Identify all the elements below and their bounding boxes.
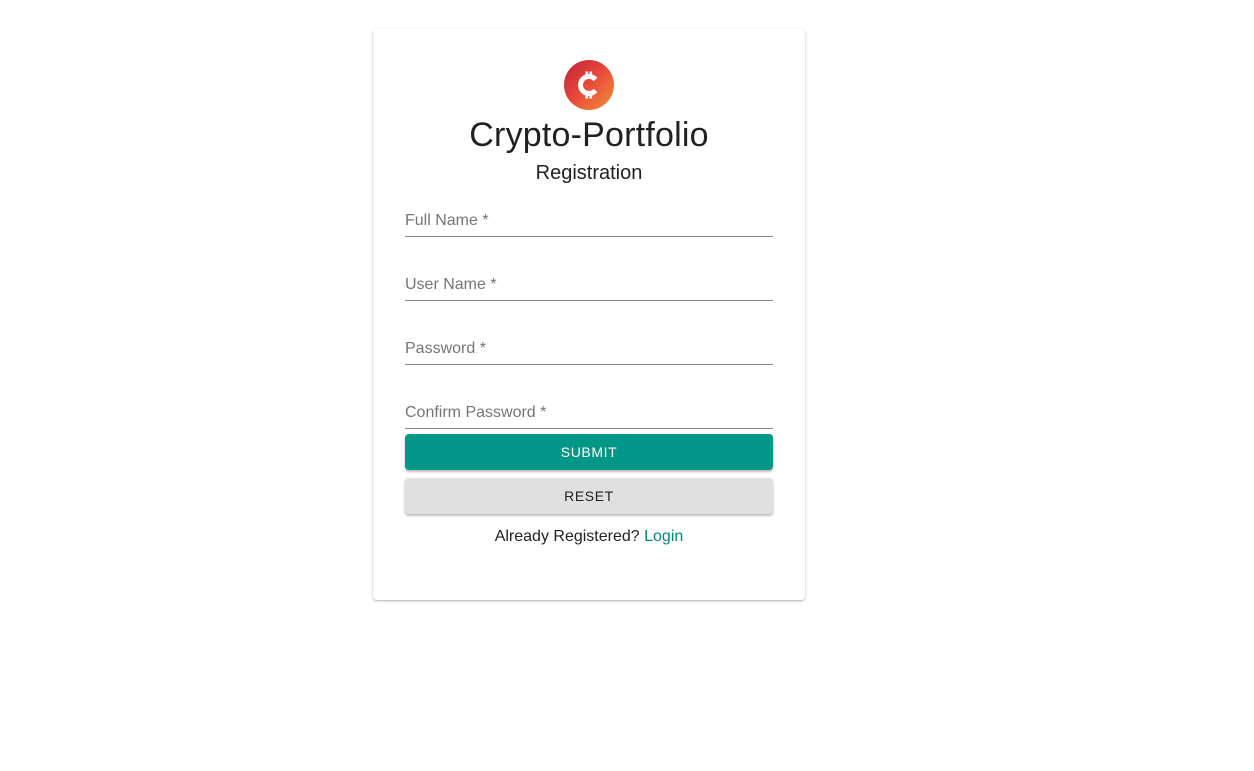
registration-form: Full Name * User Name * Password * Confi…: [405, 198, 773, 454]
already-registered-text: Already Registered?: [494, 528, 640, 545]
registration-card: Crypto-Portfolio Registration Full Name …: [373, 29, 805, 600]
password-field[interactable]: Password *: [405, 326, 773, 390]
login-link[interactable]: Login: [644, 528, 683, 545]
password-input[interactable]: [405, 336, 773, 364]
user-name-underline: [405, 300, 773, 301]
app-title: Crypto-Portfolio: [469, 116, 709, 154]
full-name-underline: [405, 236, 773, 237]
confirm-password-input[interactable]: [405, 400, 773, 428]
app-logo-icon: [564, 60, 614, 110]
confirm-password-underline: [405, 428, 773, 429]
password-underline: [405, 364, 773, 365]
reset-button[interactable]: RESET: [405, 478, 773, 514]
login-prompt-row: Already Registered? Login: [405, 527, 773, 547]
full-name-field[interactable]: Full Name *: [405, 198, 773, 262]
bitcoin-c-icon: [578, 71, 598, 99]
confirm-password-field[interactable]: Confirm Password *: [405, 390, 773, 454]
page-subtitle: Registration: [535, 162, 643, 184]
user-name-input[interactable]: [405, 272, 773, 300]
user-name-field[interactable]: User Name *: [405, 262, 773, 326]
full-name-input[interactable]: [405, 208, 773, 236]
